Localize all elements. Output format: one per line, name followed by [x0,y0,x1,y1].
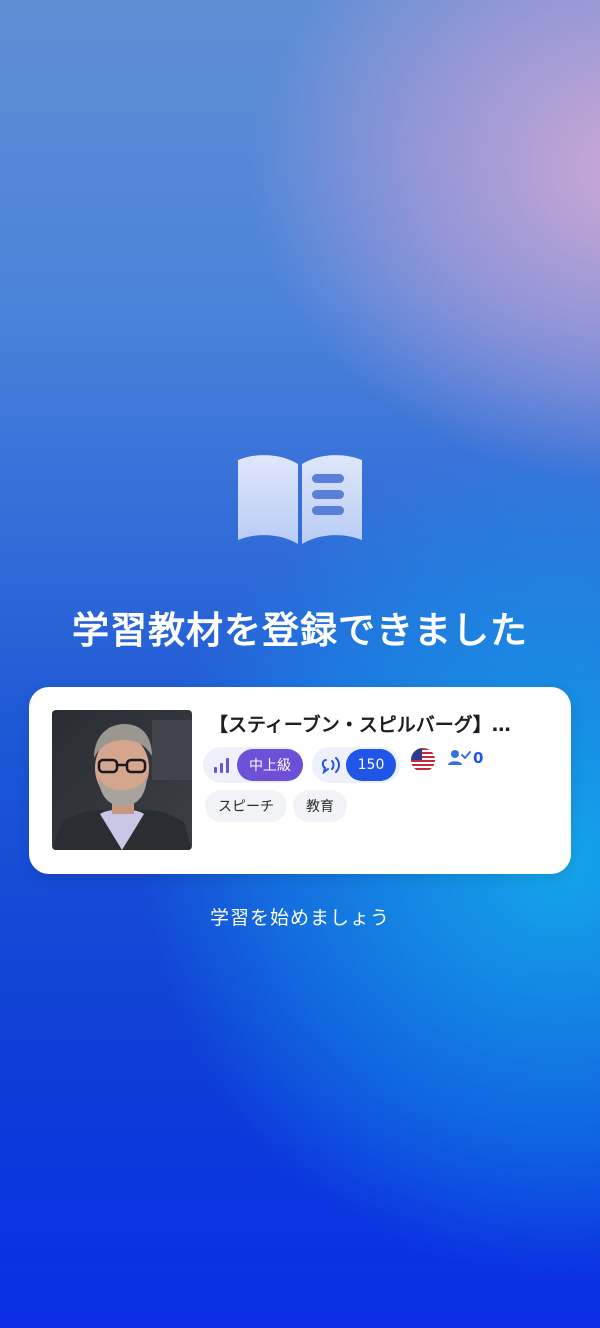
word-count-badge: 150 [312,747,400,783]
level-badge: 中上級 [203,747,303,783]
completion-headline: 学習教材を登録できました [72,609,528,652]
speaking-icon [318,755,344,775]
tag-education[interactable]: 教育 [293,790,347,822]
tag-speech[interactable]: スピーチ [205,790,287,822]
learners-count: 0 [473,749,484,767]
start-learning-prompt[interactable]: 学習を始めましょう [0,903,600,933]
word-count-value: 150 [346,749,396,781]
signal-bars-icon [209,755,235,775]
open-book-icon [238,455,362,544]
level-value: 中上級 [237,749,303,781]
material-title: 【スティーブン・スピルバーグ】… [209,714,511,736]
material-card[interactable]: 【スティーブン・スピルバーグ】… 中上級 150 0 スピーチ 教育 [29,687,571,874]
material-thumbnail [52,710,192,850]
user-check-icon [447,748,471,768]
us-flag-icon [411,748,435,772]
